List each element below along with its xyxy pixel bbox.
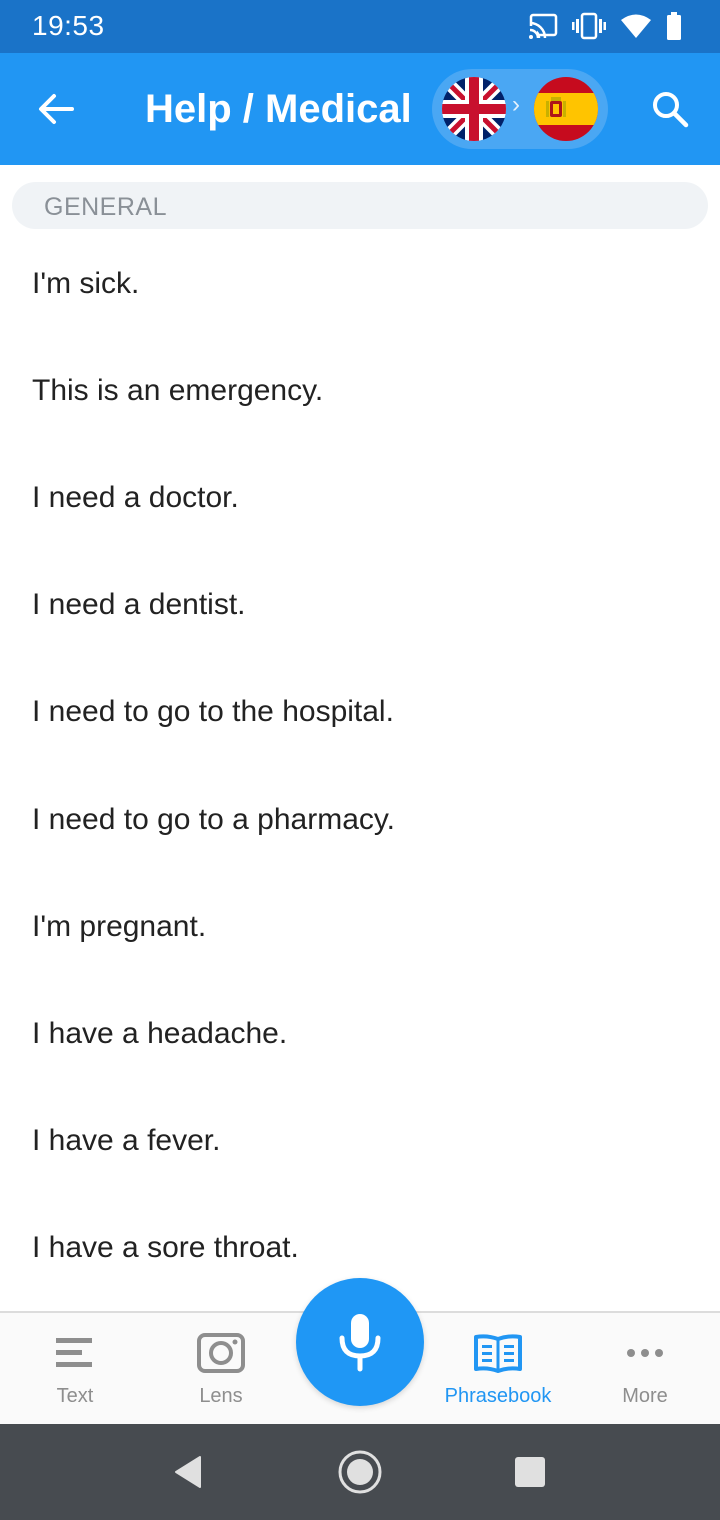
nav-label-phrasebook: Phrasebook — [444, 1385, 552, 1407]
status-time: 19:53 — [32, 10, 105, 41]
microphone-button[interactable] — [296, 1278, 424, 1406]
uk-flag-icon — [442, 77, 506, 141]
language-arrow: › — [512, 91, 520, 118]
vibrate-icon — [572, 12, 606, 40]
nav-label-text: Text — [56, 1385, 94, 1407]
system-home-button[interactable] — [336, 1448, 384, 1496]
search-icon — [653, 92, 689, 128]
nav-label-lens: Lens — [199, 1385, 243, 1407]
phrase-item[interactable]: I'm sick. — [0, 230, 720, 337]
nav-text[interactable]: Text — [5, 1313, 145, 1426]
text-lines-icon — [5, 1333, 145, 1373]
nav-more[interactable]: More — [575, 1313, 715, 1426]
phrase-list: I'm sick. This is an emergency. I need a… — [0, 230, 720, 1302]
more-dots-icon — [575, 1333, 715, 1373]
search-button[interactable] — [644, 83, 696, 135]
arrow-back-icon — [39, 94, 74, 124]
system-nav-bar — [0, 1424, 720, 1520]
circle-home-icon — [338, 1450, 382, 1494]
section-label: GENERAL — [44, 193, 167, 221]
microphone-icon — [339, 1314, 381, 1372]
system-recents-button[interactable] — [506, 1448, 554, 1496]
page-title: Help / Medical — [145, 87, 412, 131]
phrase-item[interactable]: I need to go to a pharmacy. — [0, 766, 720, 873]
phrase-item[interactable]: This is an emergency. — [0, 337, 720, 444]
spain-flag-icon — [534, 77, 598, 141]
nav-phrasebook[interactable]: Phrasebook — [428, 1313, 568, 1426]
system-back-button[interactable] — [164, 1448, 212, 1496]
phrase-item[interactable]: I need a doctor. — [0, 444, 720, 551]
camera-icon — [151, 1333, 291, 1373]
status-icons — [528, 12, 682, 40]
phrase-item[interactable]: I need to go to the hospital. — [0, 659, 720, 766]
back-button[interactable] — [30, 83, 82, 135]
phrase-item[interactable]: I have a fever. — [0, 1088, 720, 1195]
status-bar: 19:53 — [0, 0, 720, 53]
nav-lens[interactable]: Lens — [151, 1313, 291, 1426]
app-bar: Help / Medical › — [0, 53, 720, 165]
language-selector[interactable]: › — [432, 69, 608, 149]
nav-label-more: More — [622, 1385, 668, 1407]
section-header: GENERAL — [12, 182, 708, 229]
triangle-back-icon — [175, 1456, 201, 1488]
phrase-item[interactable]: I need a dentist. — [0, 552, 720, 659]
cast-icon — [529, 13, 558, 39]
phrase-item[interactable]: I'm pregnant. — [0, 873, 720, 980]
square-recents-icon — [515, 1457, 545, 1487]
battery-icon — [667, 12, 681, 40]
wifi-icon — [621, 14, 651, 38]
phrase-item[interactable]: I have a headache. — [0, 980, 720, 1087]
book-icon — [428, 1333, 568, 1373]
